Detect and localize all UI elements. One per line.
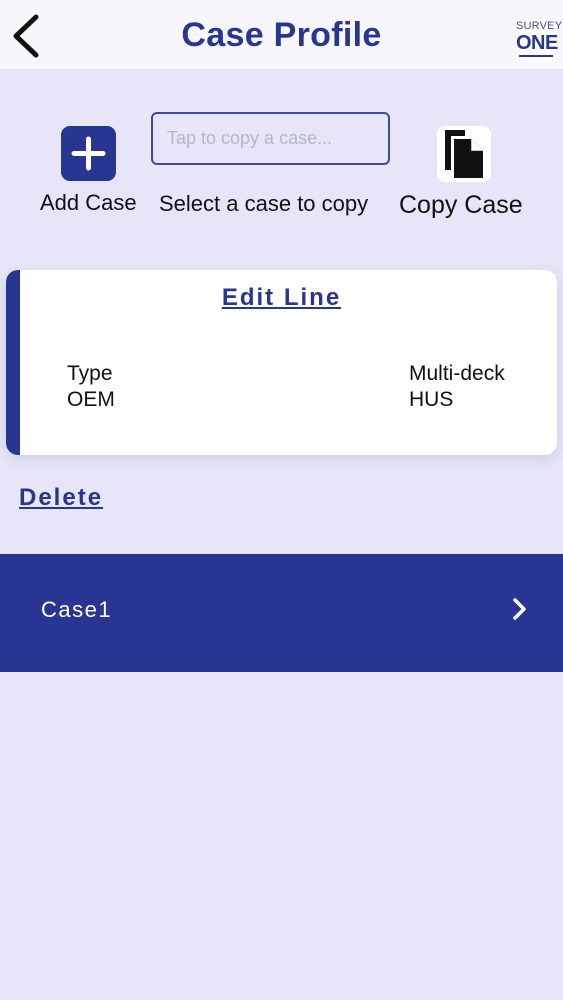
list-item[interactable]: Case1 (0, 554, 563, 672)
type-label: Type (67, 362, 113, 385)
logo-bar (519, 55, 553, 57)
type-value: OEM (67, 388, 115, 411)
copy-case-button[interactable] (437, 126, 491, 182)
chevron-right-icon (513, 598, 526, 620)
case-profile-screen: Case Profile SURVEY ONE Add Case Select … (0, 0, 563, 1000)
select-case-label: Select a case to copy (159, 191, 369, 216)
survey-one-logo: SURVEY ONE (516, 20, 563, 62)
case-label: Case1 (41, 597, 113, 622)
multideck-value: HUS (409, 388, 454, 411)
plus-icon (71, 136, 106, 171)
delete-link[interactable]: Delete (19, 484, 103, 512)
logo-main-text: ONE (516, 32, 558, 54)
copy-case-label: Copy Case (399, 191, 523, 219)
multideck-label: Multi-deck (409, 362, 505, 385)
nav-header: Case Profile SURVEY ONE (0, 0, 563, 70)
edit-line-link[interactable]: Edit Line (6, 284, 557, 312)
logo-top-text: SURVEY (516, 20, 563, 32)
add-case-button[interactable] (61, 126, 116, 181)
copy-case-input[interactable] (151, 112, 390, 165)
add-case-label: Add Case (40, 190, 137, 215)
page-title: Case Profile (181, 16, 382, 54)
copy-document-icon (445, 130, 483, 178)
line-card: Edit Line Type OEM Multi-deck HUS (6, 270, 557, 455)
